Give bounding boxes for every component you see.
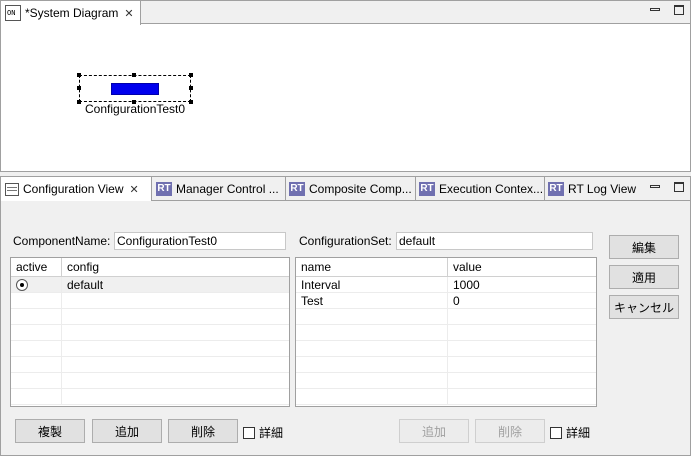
resize-handle[interactable]: [132, 73, 136, 77]
configuration-set-field[interactable]: default: [396, 232, 593, 250]
component-body[interactable]: [111, 83, 159, 95]
detail-checkbox-left[interactable]: 詳細: [243, 424, 283, 441]
tab-title: *System Diagram: [25, 6, 119, 20]
tab-rt-log-view[interactable]: RT RT Log View: [544, 177, 642, 200]
tab-label: Configuration View: [23, 182, 124, 196]
resize-handle[interactable]: [189, 73, 193, 77]
rt-icon: RT: [419, 181, 435, 196]
minimize-icon[interactable]: [648, 3, 662, 17]
resize-handle[interactable]: [77, 100, 81, 104]
maximize-icon[interactable]: [672, 180, 686, 194]
component-name-field[interactable]: ConfigurationTest0: [114, 232, 286, 250]
table-row[interactable]: Interval 1000: [296, 277, 596, 293]
close-icon[interactable]: ✕: [124, 7, 133, 20]
add-param-button[interactable]: 追加: [399, 419, 469, 443]
tab-label: Manager Control ...: [176, 181, 279, 196]
close-icon[interactable]: ✕: [130, 183, 139, 196]
configuration-set-label: ConfigurationSet:: [299, 234, 392, 248]
tab-configuration-view[interactable]: Configuration View ✕: [1, 177, 152, 201]
checkbox[interactable]: [243, 426, 255, 439]
resize-handle[interactable]: [189, 86, 193, 90]
maximize-icon[interactable]: [672, 3, 686, 17]
component-label: ConfigurationTest0: [85, 102, 186, 116]
rt-component-block[interactable]: [77, 73, 193, 104]
delete-config-button[interactable]: 削除: [168, 419, 238, 443]
active-radio[interactable]: [16, 279, 28, 291]
configuration-parameter-table: name value Interval 1000 Test 0: [295, 257, 597, 407]
param-value-cell[interactable]: 0: [448, 293, 596, 308]
system-diagram-editor: *System Diagram ✕ ConfigurationTest0: [0, 0, 691, 172]
duplicate-button[interactable]: 複製: [15, 419, 85, 443]
column-header-config[interactable]: config: [62, 258, 289, 276]
table-header: name value: [296, 258, 596, 277]
view-tabbar: Configuration View ✕ RT Manager Control …: [1, 177, 690, 201]
delete-param-button[interactable]: 削除: [475, 419, 545, 443]
resize-handle[interactable]: [77, 86, 81, 90]
tab-label: Composite Comp...: [309, 181, 412, 196]
system-diagram-icon: [5, 5, 21, 21]
table-row[interactable]: Test 0: [296, 293, 596, 309]
cancel-button[interactable]: キャンセル: [609, 295, 679, 319]
column-header-name[interactable]: name: [296, 258, 448, 276]
param-name-cell: Test: [296, 293, 448, 308]
resize-handle[interactable]: [189, 100, 193, 104]
checkbox[interactable]: [550, 426, 562, 439]
detail-label: 詳細: [259, 426, 284, 440]
config-cell: default: [67, 278, 104, 292]
configuration-view-panel: Configuration View ✕ RT Manager Control …: [0, 176, 691, 456]
table-row[interactable]: default: [11, 277, 289, 293]
tab-composite-component[interactable]: RT Composite Comp...: [285, 177, 418, 200]
column-header-active[interactable]: active: [11, 258, 62, 276]
view-window-controls: [648, 180, 686, 194]
component-name-label: ComponentName:: [13, 234, 111, 248]
editor-tabbar: *System Diagram ✕: [1, 1, 690, 25]
rt-icon: RT: [289, 181, 305, 196]
config-view-icon: [5, 182, 19, 196]
column-header-value[interactable]: value: [448, 258, 596, 276]
configuration-set-table: active config default: [10, 257, 290, 407]
add-config-button[interactable]: 追加: [92, 419, 162, 443]
rt-icon: RT: [548, 181, 564, 196]
tab-system-diagram[interactable]: *System Diagram ✕: [1, 1, 141, 25]
resize-handle[interactable]: [77, 73, 81, 77]
apply-button[interactable]: 適用: [609, 265, 679, 289]
tab-execution-context[interactable]: RT Execution Contex...: [415, 177, 549, 200]
tab-label: RT Log View: [568, 181, 637, 196]
rt-icon: RT: [156, 181, 172, 196]
detail-label: 詳細: [566, 426, 591, 440]
minimize-icon[interactable]: [648, 180, 662, 194]
param-value-cell[interactable]: 1000: [448, 277, 596, 292]
tab-label: Execution Contex...: [439, 181, 544, 196]
detail-checkbox-right[interactable]: 詳細: [550, 424, 590, 441]
table-header: active config: [11, 258, 289, 277]
editor-window-controls: [648, 3, 686, 17]
edit-button[interactable]: 編集: [609, 235, 679, 259]
param-name-cell: Interval: [296, 277, 448, 292]
tab-manager-control[interactable]: RT Manager Control ...: [152, 177, 285, 200]
